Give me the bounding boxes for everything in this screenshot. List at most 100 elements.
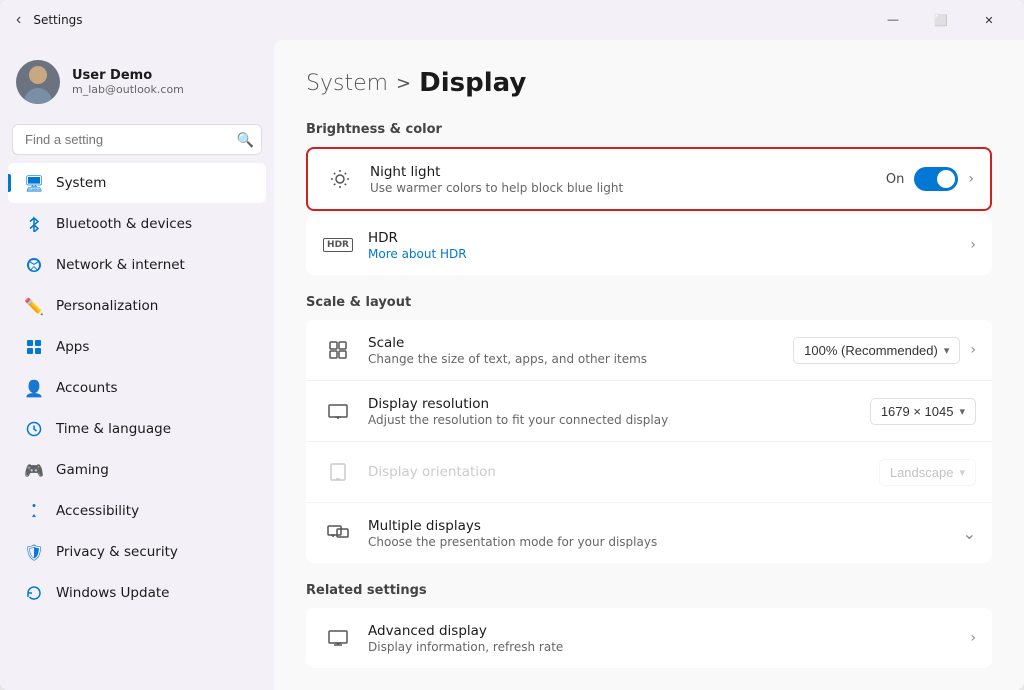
time-icon (24, 419, 44, 439)
avatar-head (29, 66, 47, 84)
scale-layout-section: Scale & layout Sc (306, 295, 992, 563)
night-light-text: Night light Use warmer colors to help bl… (370, 164, 872, 195)
nav-network[interactable]: Network & internet (8, 245, 266, 285)
display-orientation-item[interactable]: Display orientation Landscape ▾ (306, 442, 992, 503)
title-bar: ‹ Settings — ⬜ ✕ (0, 0, 1024, 40)
advanced-display-title: Advanced display (368, 623, 956, 639)
network-icon (24, 255, 44, 275)
nav-update[interactable]: Windows Update (8, 573, 266, 613)
breadcrumb-system[interactable]: System (306, 71, 388, 96)
main-content: System > Display Brightness & color (274, 40, 1024, 690)
content-area: User Demo m_lab@outlook.com 🔍 🖥 System (0, 40, 1024, 690)
nav-label-privacy: Privacy & security (56, 544, 178, 560)
hdr-right: › (970, 237, 976, 253)
window-controls: — ⬜ ✕ (870, 4, 1012, 36)
resolution-dropdown[interactable]: 1679 × 1045 ▾ (870, 398, 976, 425)
nav-bluetooth[interactable]: Bluetooth & devices (8, 204, 266, 244)
display-resolution-icon (322, 395, 354, 427)
advanced-display-item[interactable]: Advanced display Display information, re… (306, 608, 992, 668)
hdr-title: HDR (368, 230, 956, 246)
scale-layout-label: Scale & layout (306, 295, 992, 310)
minimize-button[interactable]: — (870, 4, 916, 36)
night-light-chevron: › (968, 171, 974, 187)
night-light-icon (324, 163, 356, 195)
privacy-icon: 🛡 (24, 542, 44, 562)
back-button[interactable]: ‹ (12, 7, 25, 33)
accounts-icon: 👤 (24, 378, 44, 398)
nav-accessibility[interactable]: Accessibility (8, 491, 266, 531)
night-light-item[interactable]: Night light Use warmer colors to help bl… (308, 149, 990, 209)
page-title: Display (419, 68, 526, 98)
nav-accounts[interactable]: 👤 Accounts (8, 368, 266, 408)
resolution-value: 1679 × 1045 (881, 404, 954, 419)
night-light-value: On (886, 172, 904, 187)
multiple-displays-desc: Choose the presentation mode for your di… (368, 535, 949, 549)
nav-label-gaming: Gaming (56, 462, 109, 478)
hdr-text: HDR More about HDR (368, 230, 956, 261)
window-title: Settings (33, 13, 82, 27)
hdr-desc[interactable]: More about HDR (368, 247, 956, 261)
scale-dropdown-arrow: ▾ (944, 344, 950, 357)
brightness-color-section: Brightness & color (306, 122, 992, 275)
search-input[interactable] (12, 124, 262, 155)
close-button[interactable]: ✕ (966, 4, 1012, 36)
resolution-title: Display resolution (368, 396, 856, 412)
multiple-displays-item[interactable]: Multiple displays Choose the presentatio… (306, 503, 992, 563)
nav-label-apps: Apps (56, 339, 89, 355)
night-light-desc: Use warmer colors to help block blue lig… (370, 181, 872, 195)
nav-label-accounts: Accounts (56, 380, 118, 396)
advanced-display-icon (322, 622, 354, 654)
nav-label-update: Windows Update (56, 585, 169, 601)
related-settings-section: Related settings Advanced di (306, 583, 992, 668)
night-light-title: Night light (370, 164, 872, 180)
scale-chevron: › (970, 342, 976, 358)
orientation-value: Landscape (890, 465, 954, 480)
orientation-right: Landscape ▾ (879, 459, 976, 486)
apps-icon (24, 337, 44, 357)
search-box: 🔍 (12, 124, 262, 155)
display-orientation-icon (322, 456, 354, 488)
nav-gaming[interactable]: 🎮 Gaming (8, 450, 266, 490)
scale-item[interactable]: Scale Change the size of text, apps, and… (306, 320, 992, 381)
nav-privacy[interactable]: 🛡 Privacy & security (8, 532, 266, 572)
nav-label-accessibility: Accessibility (56, 503, 139, 519)
page-header: System > Display (306, 68, 992, 98)
multiple-displays-icon (322, 517, 354, 549)
nav-system[interactable]: 🖥 System (8, 163, 266, 203)
orientation-text: Display orientation (368, 464, 865, 480)
brightness-color-label: Brightness & color (306, 122, 992, 137)
nav-label-network: Network & internet (56, 257, 185, 273)
nav-personalization[interactable]: ✏️ Personalization (8, 286, 266, 326)
resolution-right: 1679 × 1045 ▾ (870, 398, 976, 425)
search-icon[interactable]: 🔍 (237, 131, 254, 148)
display-resolution-item[interactable]: Display resolution Adjust the resolution… (306, 381, 992, 442)
nav-label-system: System (56, 175, 106, 191)
related-settings-card: Advanced display Display information, re… (306, 608, 992, 668)
personalization-icon: ✏️ (24, 296, 44, 316)
accessibility-icon (24, 501, 44, 521)
maximize-button[interactable]: ⬜ (918, 4, 964, 36)
multiple-displays-text: Multiple displays Choose the presentatio… (368, 518, 949, 549)
orientation-dropdown-arrow: ▾ (959, 466, 965, 479)
gaming-icon: 🎮 (24, 460, 44, 480)
nav-time[interactable]: Time & language (8, 409, 266, 449)
resolution-text: Display resolution Adjust the resolution… (368, 396, 856, 427)
scale-layout-card: Scale Change the size of text, apps, and… (306, 320, 992, 563)
orientation-dropdown[interactable]: Landscape ▾ (879, 459, 976, 486)
scale-icon (322, 334, 354, 366)
scale-title: Scale (368, 335, 779, 351)
multiple-displays-chevron: ⌄ (963, 524, 976, 543)
toggle-thumb (937, 170, 955, 188)
scale-dropdown[interactable]: 100% (Recommended) ▾ (793, 337, 960, 364)
night-light-toggle[interactable] (914, 167, 958, 191)
multiple-displays-title: Multiple displays (368, 518, 949, 534)
nav-apps[interactable]: Apps (8, 327, 266, 367)
update-icon (24, 583, 44, 603)
hdr-item[interactable]: HDR HDR More about HDR › (306, 215, 992, 275)
hdr-icon: HDR (322, 229, 354, 261)
title-bar-left: ‹ Settings (12, 7, 83, 33)
night-light-right: On › (886, 167, 974, 191)
scale-desc: Change the size of text, apps, and other… (368, 352, 779, 366)
user-name: User Demo (72, 68, 184, 83)
nav-label-time: Time & language (56, 421, 171, 437)
